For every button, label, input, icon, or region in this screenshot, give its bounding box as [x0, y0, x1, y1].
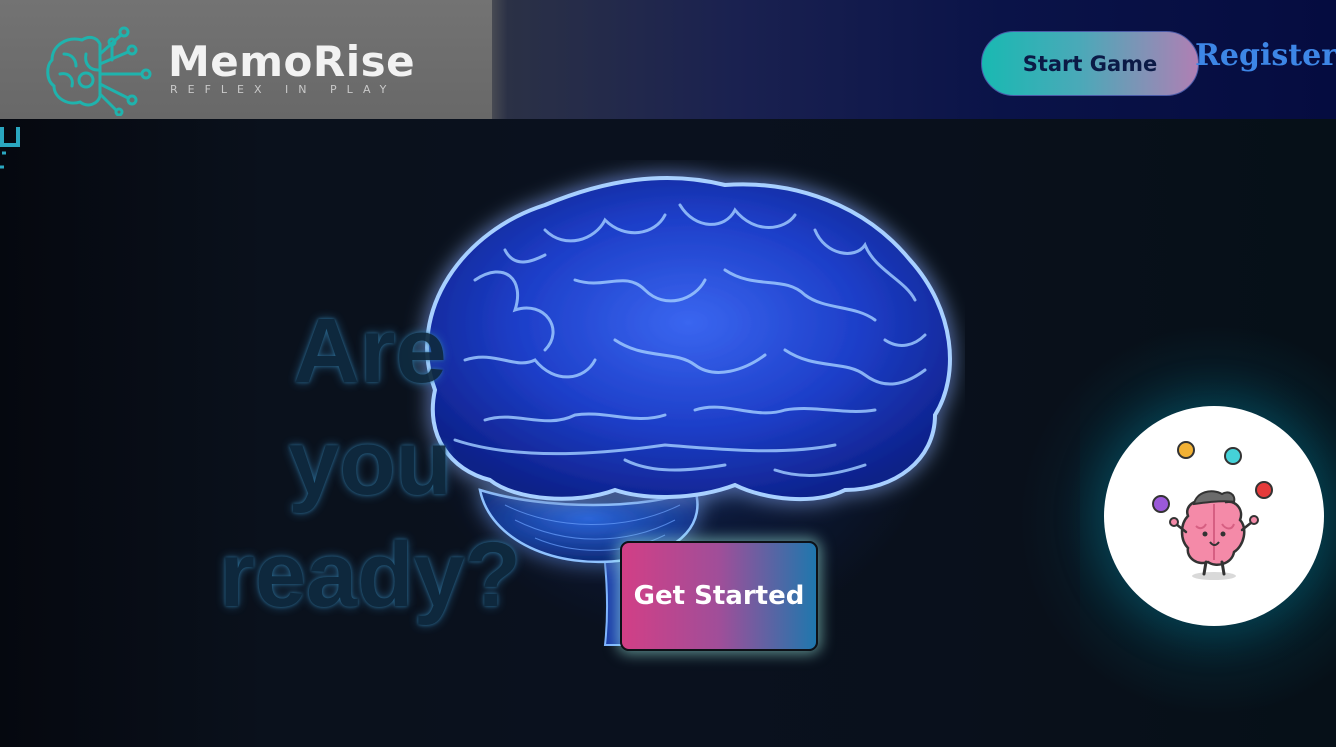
get-started-button[interactable]: Get Started: [620, 541, 818, 651]
brain-circuit-icon: [46, 26, 152, 116]
hero-headline: Are you ready?: [160, 295, 580, 631]
start-game-button[interactable]: Start Game: [981, 31, 1199, 96]
headline-line-2: you: [288, 412, 452, 514]
headline-line-3: ready?: [219, 524, 521, 626]
register-link[interactable]: Register: [1195, 38, 1336, 73]
juggling-brain-mascot-icon: [1152, 441, 1273, 580]
logo[interactable]: MemoRise REFLEX IN PLAY: [0, 0, 492, 119]
mascot-badge: [1104, 406, 1324, 626]
brand-tagline: REFLEX IN PLAY: [170, 83, 397, 96]
top-navbar: MemoRise REFLEX IN PLAY Start Game Regis…: [0, 0, 1336, 119]
brand-name: MemoRise: [168, 37, 416, 86]
edge-glyph-fragment: [0, 127, 20, 169]
headline-line-1: Are: [293, 300, 447, 402]
